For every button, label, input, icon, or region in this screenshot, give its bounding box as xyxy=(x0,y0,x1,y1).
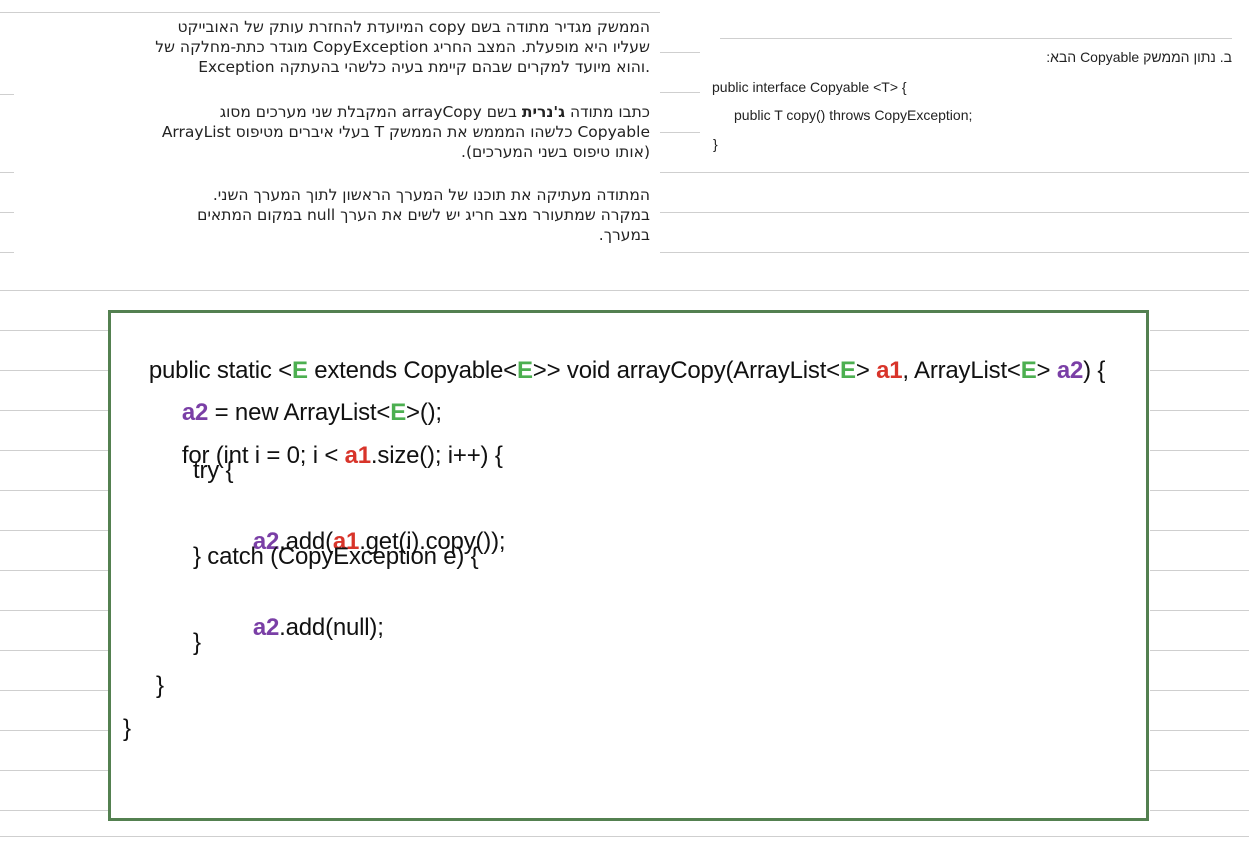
text-line: ArrayList בעלי איברים מטיפוס T כלשהו הממ… xyxy=(161,123,650,141)
code-token: > xyxy=(855,357,877,384)
paragraph-interface-description: הממשק מגדיר מתודה בשם copy המיועדת להחזר… xyxy=(22,17,650,77)
param-a2-token: a2 xyxy=(252,614,280,641)
code-line-for-loop: for (int i = 0; i < a1.size(); i++) { xyxy=(156,414,503,498)
code-line-add-copy: a2.add(a1.get(i).copy()); xyxy=(227,500,506,584)
code-line-close-for: } xyxy=(156,672,164,699)
code-line-try: try { xyxy=(193,457,234,484)
code-line-add-null: a2.add(null); xyxy=(227,586,384,670)
code-line-close-method: } xyxy=(123,715,131,742)
text-fragment: בשם arrayCopy המקבלת שני מערכים מסוג xyxy=(219,103,522,121)
generic-type-token: E xyxy=(516,357,533,384)
param-a1-token: a1 xyxy=(344,442,371,469)
paragraph-task-description: כתבו מתודה ג'נרית בשם arrayCopy המקבלת ש… xyxy=(22,102,650,162)
interface-code-line: } xyxy=(713,136,718,152)
param-a1-token: a1 xyxy=(876,357,903,384)
text-line: הממשק מגדיר מתודה בשם copy המיועדת להחזר… xyxy=(177,18,651,36)
code-token: >> void arrayCopy(ArrayList< xyxy=(532,357,840,384)
code-line-catch: } catch (CopyException e) { xyxy=(193,543,479,570)
section-heading: ב. נתון הממשק Copyable הבא: xyxy=(1046,49,1232,65)
code-token: > xyxy=(1036,357,1057,384)
code-token: ) { xyxy=(1083,357,1106,384)
code-line-close-catch: } xyxy=(193,629,201,656)
interface-code-line: public T copy() throws CopyException; xyxy=(734,107,973,123)
code-token: , ArrayList< xyxy=(902,357,1021,384)
generic-type-token: E xyxy=(1020,357,1037,384)
solution-code-box: public static <E extends Copyable<E>> vo… xyxy=(108,310,1149,821)
text-fragment: כתבו מתודה xyxy=(565,103,650,121)
text-line: כתבו מתודה ג'נרית בשם arrayCopy המקבלת ש… xyxy=(22,102,650,122)
text-line: במקרה שמתעורר מצב חריג יש לשים את הערך n… xyxy=(197,206,650,224)
text-line: Exception והוא מיועד למקרים שבהם קיימת ב… xyxy=(198,58,650,76)
text-line: (אותו טיפוס בשני המערכים). xyxy=(461,143,650,161)
text-line: המתודה מעתיקה את תוכנו של המערך הראשון ל… xyxy=(212,186,650,204)
generic-type-token: E xyxy=(840,357,856,384)
paragraph-method-behavior: המתודה מעתיקה את תוכנו של המערך הראשון ל… xyxy=(22,185,650,245)
text-bold-generic: ג'נרית xyxy=(521,103,566,121)
text-line: במערך. xyxy=(598,226,650,244)
code-token: .add(null); xyxy=(279,614,384,641)
param-a2-token: a2 xyxy=(1056,357,1084,384)
text-line: שעליו היא מופעלת. המצב החריג CopyExcepti… xyxy=(155,38,650,56)
interface-code-line: public interface Copyable <T> { xyxy=(712,79,907,95)
code-token: .size(); i++) { xyxy=(370,442,503,469)
